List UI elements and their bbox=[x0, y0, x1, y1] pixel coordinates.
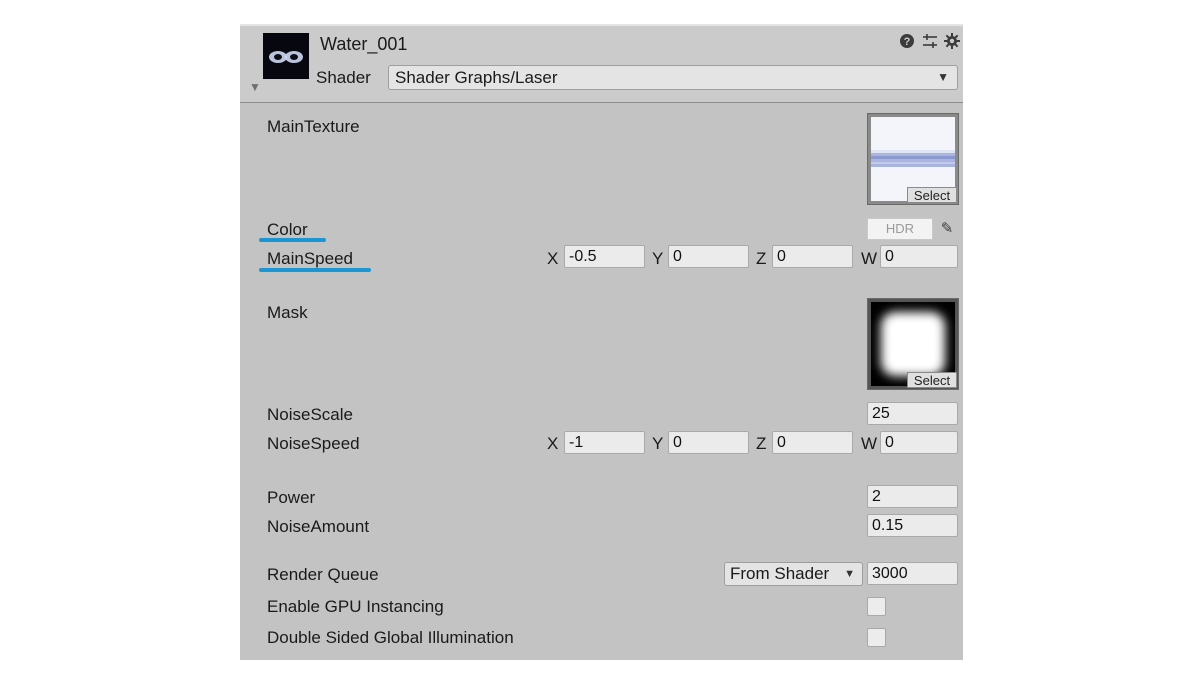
render-queue-label: Render Queue bbox=[267, 565, 379, 584]
noise-speed-label: NoiseSpeed bbox=[267, 434, 360, 453]
render-queue-dropdown[interactable]: From Shader ▼ bbox=[724, 562, 863, 586]
svg-text:?: ? bbox=[904, 36, 911, 48]
main-speed-z-label: Z bbox=[756, 249, 767, 268]
render-queue-mode: From Shader bbox=[730, 564, 830, 583]
help-icon[interactable]: ? bbox=[899, 33, 915, 55]
power-label: Power bbox=[267, 488, 316, 507]
main-speed-y-field[interactable]: 0 bbox=[668, 245, 749, 268]
eyedropper-icon[interactable]: ✎ bbox=[936, 218, 958, 240]
mask-label: Mask bbox=[267, 303, 308, 322]
settings-gear-icon[interactable] bbox=[944, 33, 960, 55]
presets-icon[interactable] bbox=[922, 33, 938, 55]
chevron-down-icon: ▼ bbox=[844, 568, 855, 580]
main-speed-x-field[interactable]: -0.5 bbox=[564, 245, 645, 268]
material-preview-thumbnail[interactable] bbox=[263, 33, 309, 79]
color-label: Color bbox=[267, 220, 308, 239]
main-texture-slot[interactable]: Select bbox=[867, 113, 959, 205]
noise-speed-x-label: X bbox=[547, 434, 559, 453]
color-swatch[interactable]: HDR bbox=[867, 218, 933, 240]
main-speed-label: MainSpeed bbox=[267, 249, 354, 268]
double-sided-gi-label: Double Sided Global Illumination bbox=[267, 628, 514, 647]
noise-speed-w-field[interactable]: 0 bbox=[880, 431, 958, 454]
shader-dropdown[interactable]: Shader Graphs/Laser ▼ bbox=[388, 65, 958, 90]
noise-amount-field[interactable]: 0.15 bbox=[867, 514, 958, 537]
power-field[interactable]: 2 bbox=[867, 485, 958, 508]
color-highlight-underline bbox=[259, 238, 326, 242]
noise-speed-y-label: Y bbox=[652, 434, 664, 453]
noise-speed-z-label: Z bbox=[756, 434, 767, 453]
shader-dropdown-value: Shader Graphs/Laser bbox=[395, 68, 558, 87]
main-texture-select-button[interactable]: Select bbox=[907, 187, 957, 203]
noise-amount-label: NoiseAmount bbox=[267, 517, 370, 536]
mask-texture-slot[interactable]: Select bbox=[867, 298, 959, 390]
mask-select-button[interactable]: Select bbox=[907, 372, 957, 388]
noise-scale-field[interactable]: 25 bbox=[867, 402, 958, 425]
gpu-instancing-checkbox[interactable] bbox=[867, 597, 886, 616]
gpu-instancing-label: Enable GPU Instancing bbox=[267, 597, 444, 616]
foldout-arrow-icon[interactable]: ▼ bbox=[249, 80, 261, 94]
double-sided-gi-checkbox[interactable] bbox=[867, 628, 886, 647]
material-name: Water_001 bbox=[320, 34, 408, 54]
noise-speed-x-field[interactable]: -1 bbox=[564, 431, 645, 454]
chevron-down-icon: ▼ bbox=[937, 70, 949, 84]
noise-scale-label: NoiseScale bbox=[267, 405, 353, 424]
main-speed-w-field[interactable]: 0 bbox=[880, 245, 958, 268]
noise-speed-y-field[interactable]: 0 bbox=[668, 431, 749, 454]
main-texture-label: MainTexture bbox=[267, 117, 360, 136]
main-speed-y-label: Y bbox=[652, 249, 664, 268]
render-queue-value-field[interactable]: 3000 bbox=[867, 562, 958, 585]
noise-speed-z-field[interactable]: 0 bbox=[772, 431, 853, 454]
main-speed-highlight-underline bbox=[259, 268, 371, 272]
main-speed-x-label: X bbox=[547, 249, 559, 268]
shader-label: Shader bbox=[316, 68, 371, 87]
main-speed-w-label: W bbox=[861, 249, 878, 268]
main-speed-z-field[interactable]: 0 bbox=[772, 245, 853, 268]
noise-speed-w-label: W bbox=[861, 434, 878, 453]
